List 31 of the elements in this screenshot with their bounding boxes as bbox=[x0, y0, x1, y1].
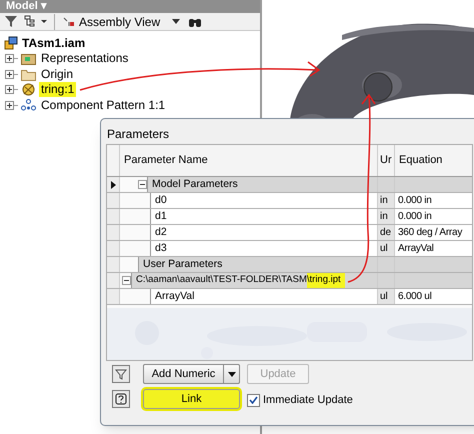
unit-cell-text: ul bbox=[380, 242, 388, 256]
tree-item[interactable]: Origin bbox=[39, 66, 76, 82]
link-button[interactable]: Link bbox=[143, 389, 240, 409]
unit-cell-text: in bbox=[380, 210, 388, 224]
equation-cell-text: 6.000 ul bbox=[398, 290, 432, 304]
parameter-name: d2 bbox=[155, 224, 167, 240]
parameter-name: d3 bbox=[155, 240, 167, 256]
dialog-title: Parameters bbox=[107, 126, 170, 143]
checkbox-label[interactable]: Immediate Update bbox=[263, 392, 353, 408]
group-label: Model Parameters bbox=[152, 176, 238, 192]
unit-cell-text: de bbox=[380, 226, 392, 240]
tree-item[interactable]: TAsm1.iam bbox=[22, 34, 86, 52]
parameter-name: d1 bbox=[155, 208, 167, 224]
tree-item[interactable]: Component Pattern 1:1 bbox=[39, 98, 168, 113]
view-dropdown[interactable]: Assembly View bbox=[61, 12, 182, 30]
column-header[interactable]: Equation bbox=[395, 145, 472, 176]
equation-cell-text: 0.000 in bbox=[398, 194, 432, 208]
parameter-name: ArrayVal bbox=[155, 288, 194, 304]
file-name: \tring.ipt bbox=[306, 273, 345, 288]
tree-item[interactable]: tring:1 bbox=[39, 82, 76, 98]
unit-cell-text: in bbox=[380, 194, 388, 208]
unit-cell-text: ul bbox=[380, 290, 388, 304]
tree-item[interactable]: Representations bbox=[39, 51, 130, 66]
equation-cell-text: 360 deg / Array bbox=[398, 226, 462, 240]
equation-cell-text: 0.000 in bbox=[398, 210, 432, 224]
column-header[interactable]: Parameter Name bbox=[124, 152, 208, 169]
column-header[interactable]: Ur bbox=[378, 145, 395, 176]
equation-cell-text: ArrayVal bbox=[398, 242, 434, 256]
file-path: C:\aaman\aavault\TEST-FOLDER\TASM bbox=[136, 273, 307, 288]
parameter-name: d0 bbox=[155, 192, 167, 208]
group-label: User Parameters bbox=[143, 256, 222, 272]
